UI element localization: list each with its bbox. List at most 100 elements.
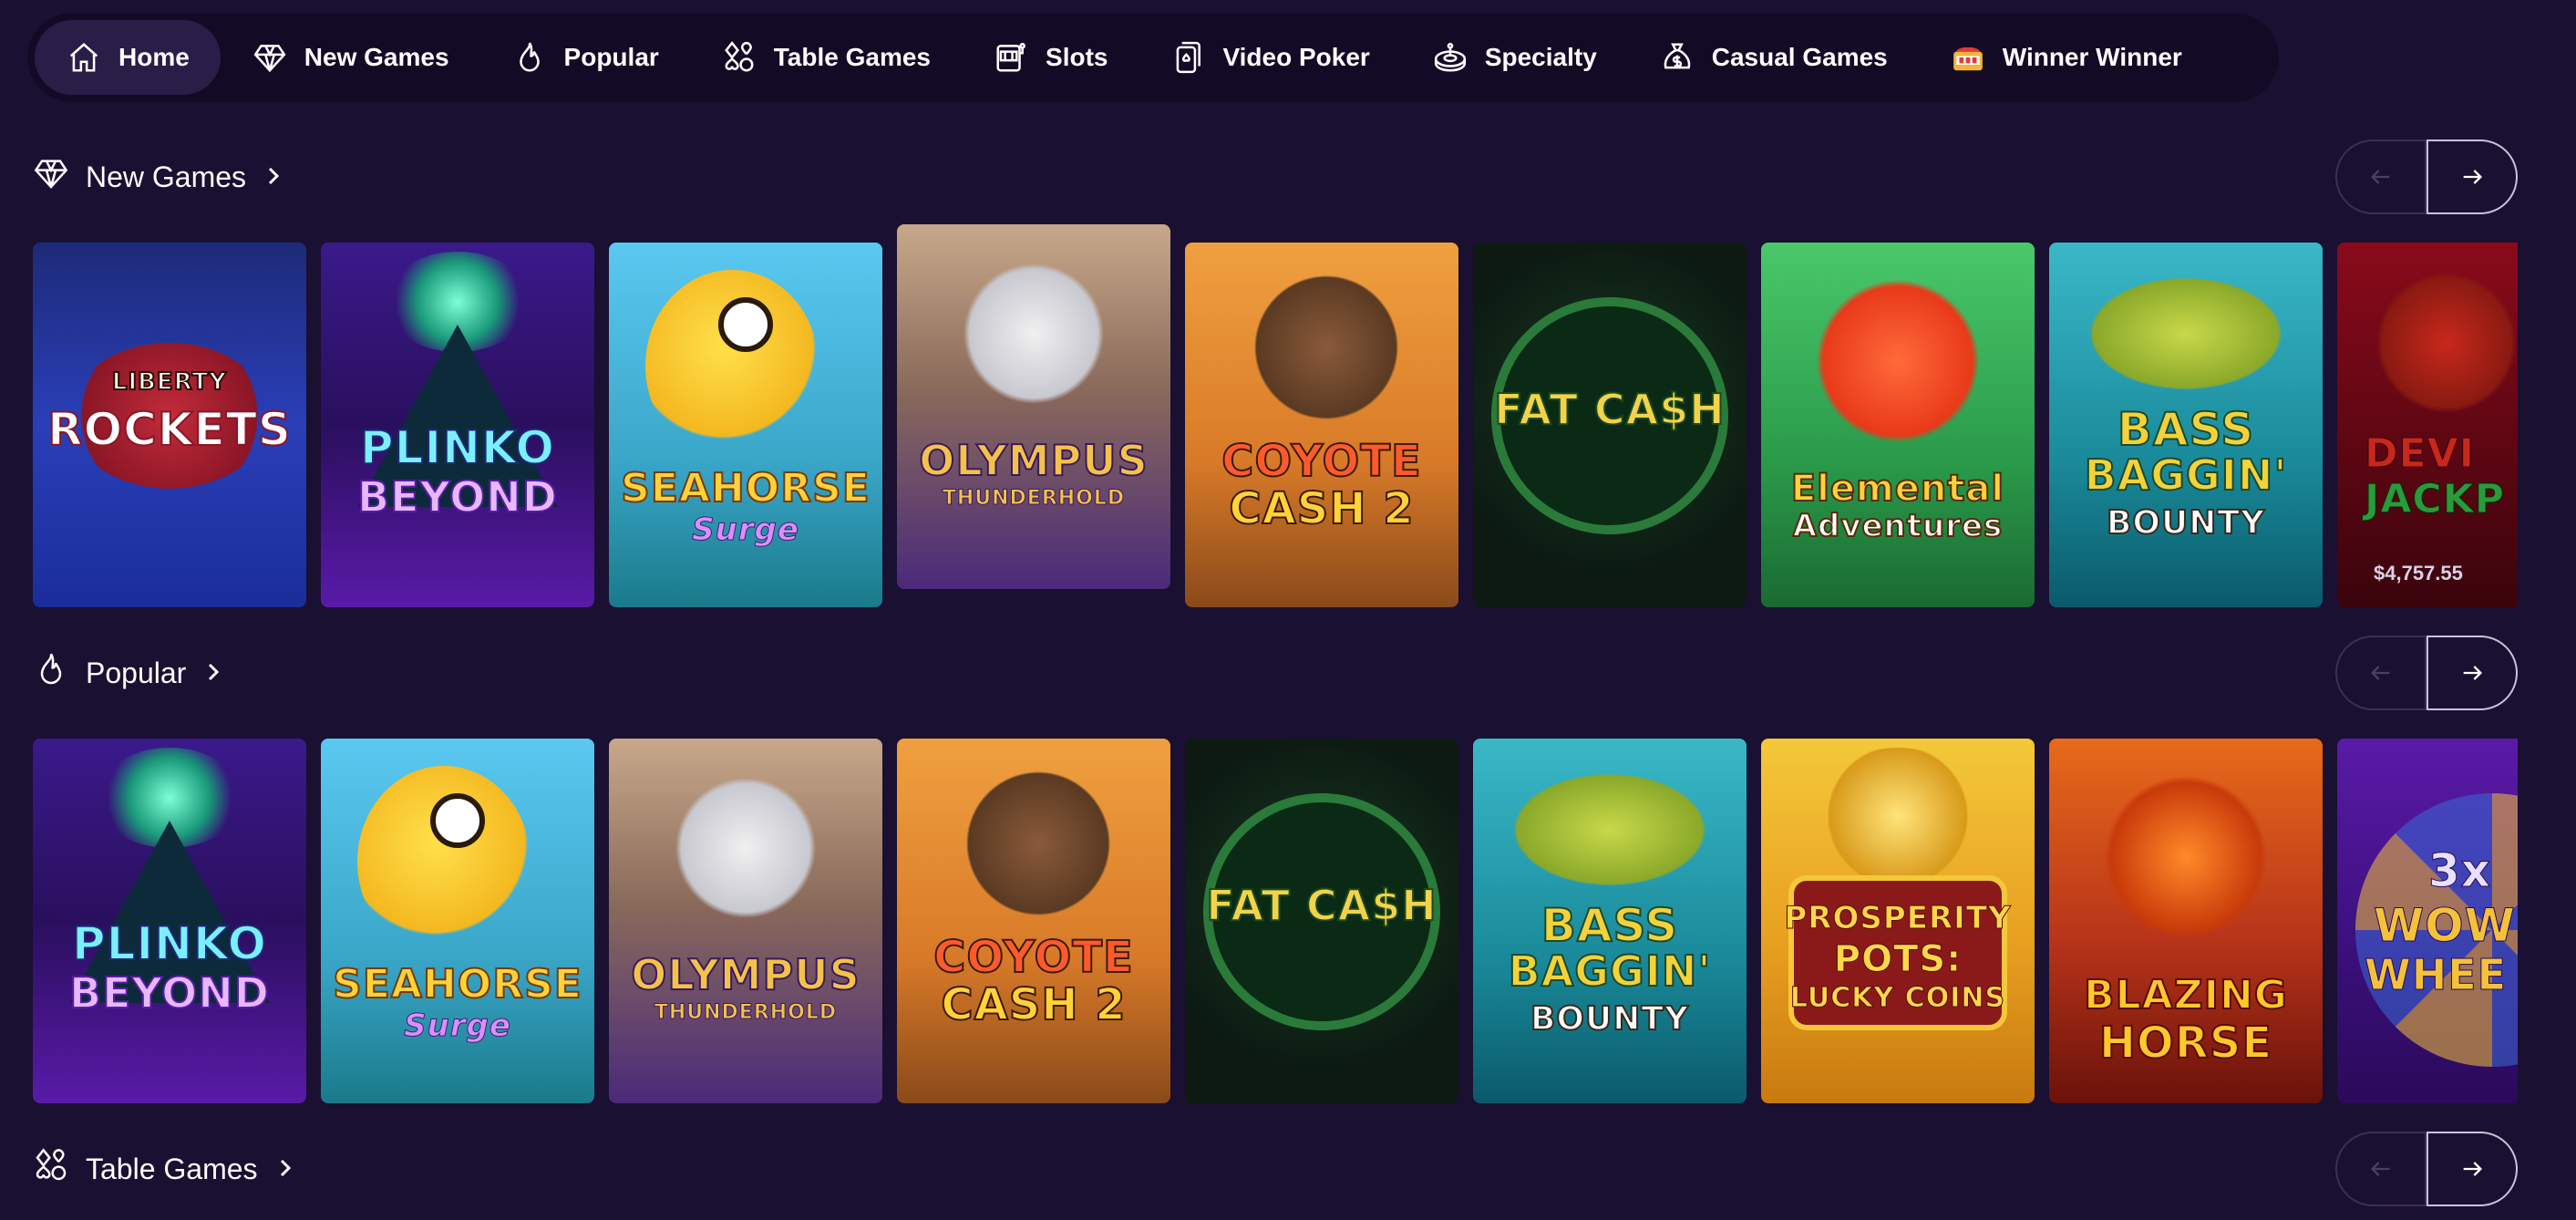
jackpot-amount: $4,757.55 (2374, 562, 2463, 584)
top-category-nav: Home New Games Popular Table Games Slots… (27, 13, 2279, 102)
game-title: ROCKETS (46, 403, 292, 456)
carousel-prev-button[interactable] (2335, 636, 2427, 710)
game-carousel: PLINKO BEYOND SEAHORSE Surge OLYMPUS THU… (33, 720, 2518, 1103)
carousel-next-button[interactable] (2427, 140, 2518, 214)
nav-item-label: Winner Winner (2002, 43, 2182, 71)
slot-machine-icon (993, 39, 1029, 76)
money-bag-icon (1659, 39, 1695, 76)
game-tile-fat-cash[interactable]: FAT CA$H (1473, 243, 1747, 607)
game-title: CASH 2 (940, 979, 1127, 1030)
section-title: Popular (86, 656, 187, 689)
carousel-controls (2335, 140, 2518, 214)
nav-item-label: Popular (563, 43, 659, 71)
home-icon (66, 39, 102, 76)
nav-item-video-poker[interactable]: Video Poker (1139, 20, 1400, 95)
game-title: COYOTE (1221, 436, 1422, 487)
game-title: BOUNTY (2106, 504, 2266, 542)
nav-item-table-games[interactable]: Table Games (690, 20, 962, 95)
nav-item-casual-games[interactable]: Casual Games (1628, 20, 1919, 95)
card-suits-icon (721, 39, 757, 76)
game-tile-coyote-cash-2[interactable]: COYOTE CASH 2 (897, 739, 1170, 1103)
game-title: Surge (692, 512, 799, 548)
game-tile-coyote-cash-2[interactable]: COYOTE CASH 2 (1185, 243, 1458, 607)
game-tile-bass-baggin-bounty[interactable]: BASS BAGGIN' BOUNTY (1473, 739, 1747, 1103)
game-title: 3x (2428, 844, 2492, 897)
section-title: Table Games (86, 1152, 258, 1185)
game-title: Surge (404, 1008, 511, 1044)
nav-item-label: Home (118, 43, 190, 71)
game-tile-devil-jackpot[interactable]: DEVI JACKP $4,757.55 (2337, 243, 2518, 607)
nav-item-popular[interactable]: Popular (480, 20, 690, 95)
game-title: OLYMPUS (630, 950, 860, 999)
game-title: FAT CA$H (1205, 881, 1437, 930)
chevron-right-icon (274, 1153, 296, 1186)
game-title: DEVI (2365, 430, 2476, 477)
game-title: POTS: (1833, 938, 1963, 980)
game-title: FAT CA$H (1493, 385, 1726, 434)
section-title-link[interactable]: New Games (33, 154, 284, 200)
game-title: LIBERTY (111, 368, 228, 396)
section-title: New Games (86, 160, 247, 193)
game-title: LUCKY COINS (1789, 982, 2006, 1014)
chevron-right-icon (263, 160, 284, 194)
nav-item-winner-winner[interactable]: Winner Winner (1919, 20, 2213, 95)
game-tile-elemental-adventures[interactable]: Elemental Adventures (1761, 243, 2035, 607)
game-title: BEYOND (356, 472, 558, 522)
game-tile-seahorse-surge[interactable]: SEAHORSE Surge (609, 243, 882, 607)
carousel-prev-button[interactable] (2335, 140, 2427, 214)
game-title: Adventures (1792, 508, 2004, 544)
roulette-icon (1432, 39, 1468, 76)
poker-cards-icon (1170, 39, 1206, 76)
chevron-right-icon (202, 657, 224, 690)
nav-item-label: Specialty (1484, 43, 1597, 71)
nav-item-label: New Games (304, 43, 449, 71)
section-title-link[interactable]: Table Games (33, 1146, 296, 1192)
game-title: HORSE (2098, 1018, 2273, 1069)
nav-item-new-games[interactable]: New Games (221, 20, 480, 95)
game-title: COYOTE (933, 932, 1134, 983)
game-title: BASS (2117, 403, 2255, 456)
nav-item-label: Slots (1046, 43, 1108, 71)
carousel-prev-button[interactable] (2335, 1132, 2427, 1206)
game-title: BAGGIN' (2084, 450, 2288, 500)
game-title: SEAHORSE (332, 961, 582, 1008)
game-title: PROSPERITY (1784, 900, 2012, 936)
game-title: THUNDERHOLD (942, 487, 1126, 510)
nav-item-label: Casual Games (1711, 43, 1888, 71)
game-title: BLAZING (2083, 972, 2288, 1018)
nav-item-home[interactable]: Home (35, 20, 221, 95)
slot-jackpot-icon (1950, 39, 1986, 76)
game-tile-olympus-thunderhold[interactable]: OLYMPUS THUNDERHOLD (609, 739, 882, 1103)
flame-icon (33, 651, 69, 695)
game-tile-wow-wheel[interactable]: 3x WOW WHEE (2337, 739, 2518, 1103)
game-title: BASS (1540, 899, 1679, 952)
section-title-link[interactable]: Popular (33, 650, 224, 696)
diamond-icon (33, 155, 69, 199)
game-tile-prosperity-pots[interactable]: PROSPERITY POTS: LUCKY COINS (1761, 739, 2035, 1103)
game-title: OLYMPUS (918, 436, 1149, 485)
carousel-next-button[interactable] (2427, 1132, 2518, 1206)
game-tile-plinko-beyond[interactable]: PLINKO BEYOND (33, 739, 306, 1103)
game-tile-bass-baggin-bounty[interactable]: BASS BAGGIN' BOUNTY (2049, 243, 2323, 607)
game-tile-olympus-thunderhold[interactable]: OLYMPUS THUNDERHOLD (897, 224, 1170, 589)
game-title: BOUNTY (1530, 1000, 1690, 1038)
game-title: PLINKO (359, 421, 555, 474)
carousel-controls (2335, 1132, 2518, 1206)
card-suits-icon (33, 1147, 69, 1191)
game-carousel: LIBERTY ROCKETS PLINKO BEYOND SEAHORSE S… (33, 224, 2518, 607)
carousel-controls (2335, 636, 2518, 710)
game-title: Elemental (1790, 468, 2005, 510)
game-tile-blazing-horse[interactable]: BLAZING HORSE (2049, 739, 2323, 1103)
diamond-icon (252, 39, 288, 76)
game-title: WHEE (2365, 950, 2508, 999)
nav-item-slots[interactable]: Slots (962, 20, 1139, 95)
carousel-next-button[interactable] (2427, 636, 2518, 710)
game-tile-seahorse-surge[interactable]: SEAHORSE Surge (321, 739, 594, 1103)
nav-item-specialty[interactable]: Specialty (1401, 20, 1628, 95)
game-title: WOW (2374, 899, 2516, 952)
game-tile-liberty-rockets[interactable]: LIBERTY ROCKETS (33, 243, 306, 607)
game-title: THUNDERHOLD (654, 1001, 838, 1024)
flame-icon (511, 39, 548, 76)
game-tile-plinko-beyond[interactable]: PLINKO BEYOND (321, 243, 594, 607)
game-tile-fat-cash[interactable]: FAT CA$H (1185, 739, 1458, 1103)
